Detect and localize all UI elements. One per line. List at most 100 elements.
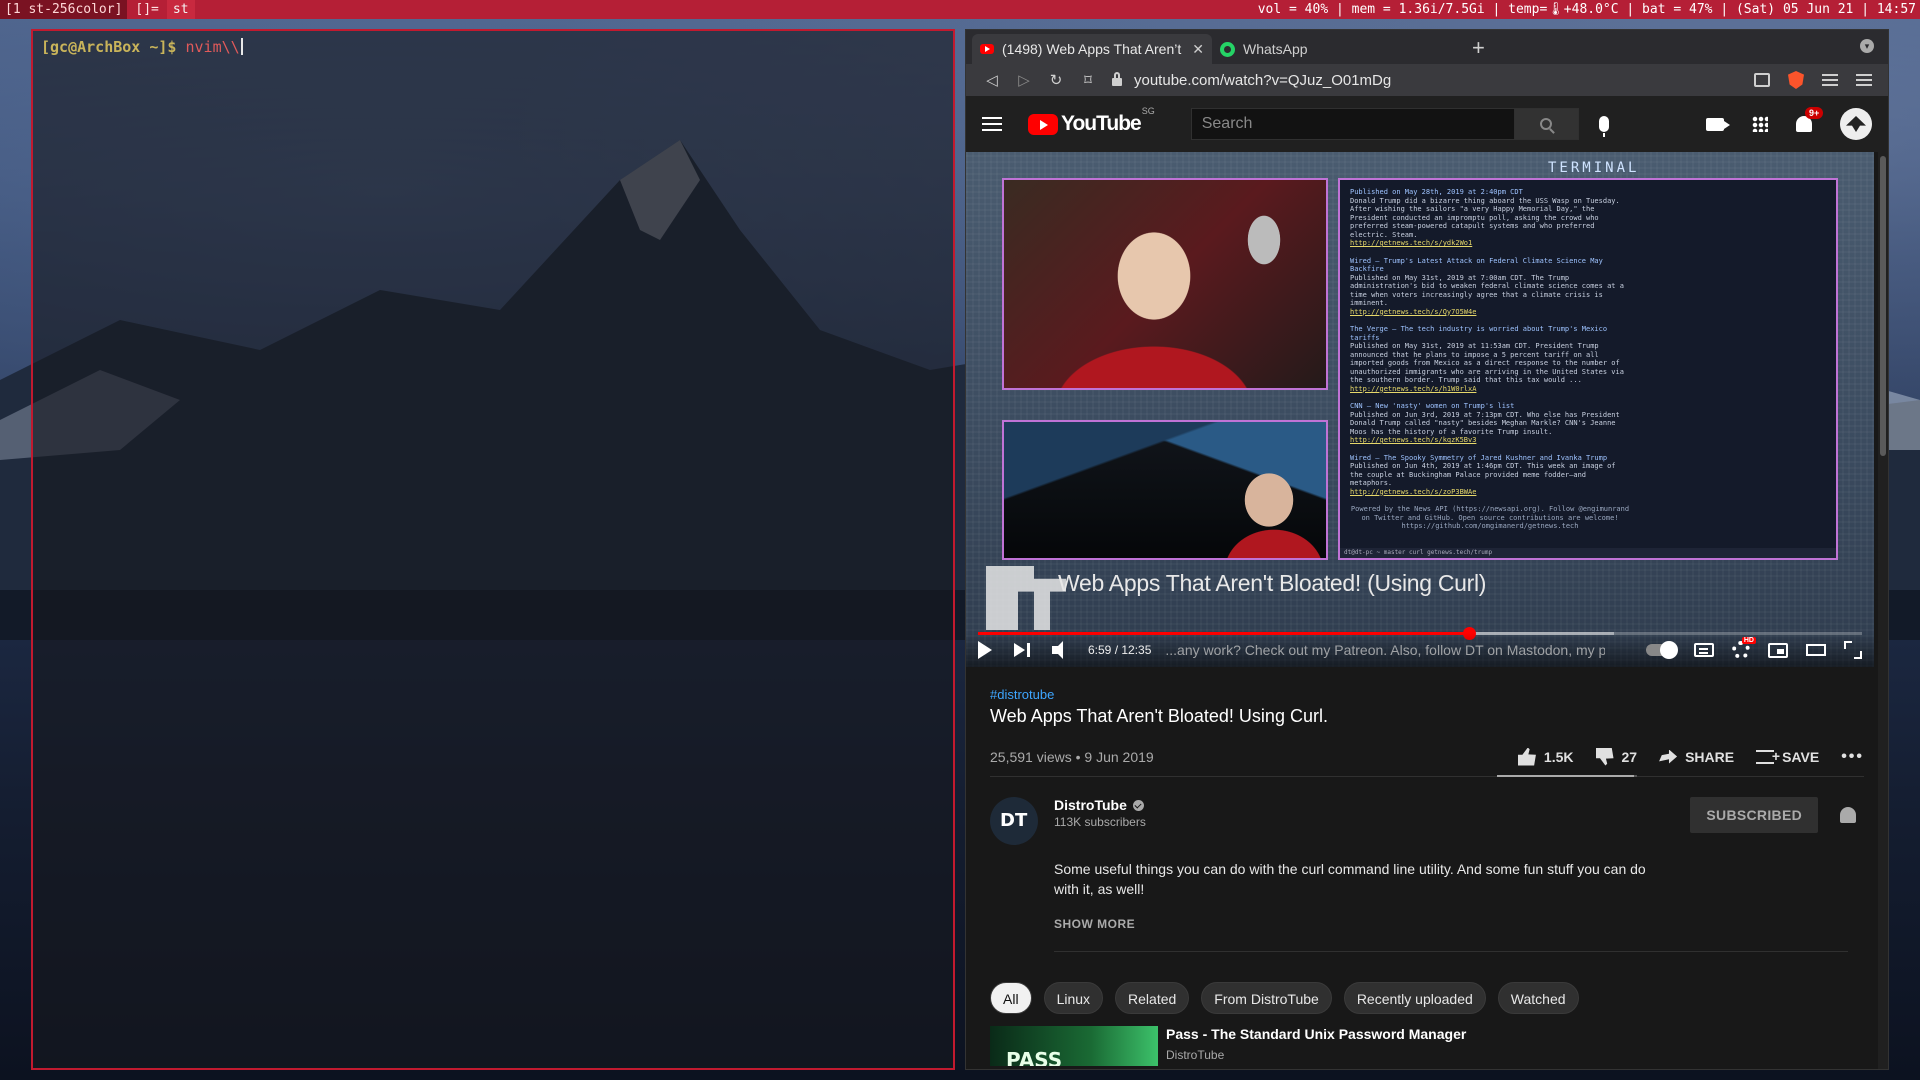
- news-link: http://getnews.tech/s/Qy7O5W4e: [1350, 307, 1477, 316]
- filter-chip[interactable]: From DistroTube: [1201, 982, 1332, 1014]
- subscribed-button[interactable]: SUBSCRIBED: [1690, 797, 1818, 833]
- recommended-title[interactable]: Pass - The Standard Unix Password Manage…: [1166, 1026, 1466, 1042]
- playlist-add-icon: [1756, 748, 1780, 764]
- workspace-indicator[interactable]: [1 st-256color]: [0, 0, 128, 19]
- news-item: Wired – The Spooky Symmetry of Jared Kus…: [1350, 454, 1630, 497]
- filter-chip[interactable]: Watched: [1497, 982, 1579, 1014]
- youtube-page: YouTube SG Search 9+ TERMINAL Published …: [966, 96, 1888, 1069]
- recommended-video[interactable]: PASS Pass - The Standard Unix Password M…: [990, 1026, 1864, 1066]
- autoplay-toggle[interactable]: [1646, 641, 1678, 659]
- microphone-icon[interactable]: [1598, 116, 1609, 137]
- volume-icon[interactable]: [1052, 641, 1072, 659]
- header-actions: 9+: [1706, 107, 1872, 140]
- miniplayer-icon[interactable]: [1768, 642, 1788, 658]
- show-more-button[interactable]: SHOW MORE: [1054, 917, 1848, 952]
- tab-whatsapp[interactable]: WhatsApp: [1212, 34, 1452, 64]
- desk-image: [1004, 422, 1326, 558]
- scrollbar-thumb[interactable]: [1880, 156, 1886, 456]
- save-button[interactable]: SAVE: [1756, 748, 1819, 765]
- channel-name[interactable]: DistroTube: [1054, 797, 1127, 813]
- subscriber-count: 113K subscribers: [1054, 815, 1146, 829]
- filter-chip[interactable]: All: [990, 982, 1032, 1014]
- youtube-logo[interactable]: YouTube SG: [1028, 106, 1155, 136]
- account-avatar[interactable]: [1840, 108, 1872, 140]
- url-text[interactable]: youtube.com/watch?v=QJuz_O01mDg: [1134, 72, 1391, 89]
- tab-list-dropdown-icon[interactable]: ▾: [1860, 39, 1874, 53]
- recommended-thumbnail[interactable]: PASS: [990, 1026, 1158, 1066]
- share-button[interactable]: SHARE: [1659, 749, 1734, 765]
- hd-badge: HD: [1741, 637, 1756, 644]
- share-label: SHARE: [1685, 748, 1735, 765]
- focused-window-title: st: [166, 0, 195, 19]
- reload-icon[interactable]: ↻: [1040, 71, 1072, 89]
- next-video-icon[interactable]: [1014, 642, 1030, 658]
- news-body: Published on Jun 4th, 2019 at 1:46pm CDT…: [1350, 462, 1616, 487]
- tab-youtube[interactable]: (1498) Web Apps That Aren’t ✕: [972, 34, 1212, 64]
- youtube-logo-text: YouTube: [1061, 112, 1142, 135]
- terminal-window[interactable]: [gc@ArchBox ~]$ nvim\\: [31, 29, 955, 1070]
- time-display: 6:59 / 12:35: [1088, 643, 1152, 657]
- notifications-bell-icon[interactable]: 9+: [1796, 107, 1824, 132]
- like-count: 1.5K: [1543, 748, 1574, 765]
- news-head: Wired – Trump's Latest Attack on Federal…: [1350, 256, 1603, 274]
- news-link: http://getnews.tech/s/kqzK5Bv3: [1350, 436, 1477, 444]
- video-webcam-desk: [1002, 420, 1328, 560]
- filter-chip[interactable]: Linux: [1043, 982, 1104, 1014]
- video-stats-row: 25,591 views • 9 Jun 2019 1.5K 27 SHARE …: [990, 737, 1864, 777]
- thumbnail-text: PASS: [1006, 1048, 1063, 1066]
- subtitles-icon[interactable]: [1694, 643, 1714, 657]
- layout-indicator[interactable]: []=: [127, 0, 166, 19]
- back-icon[interactable]: ◁: [976, 71, 1008, 89]
- browser-window: (1498) Web Apps That Aren’t ✕ WhatsApp +…: [965, 29, 1889, 1070]
- forward-icon[interactable]: ▷: [1008, 71, 1040, 89]
- shell-command: nvim\\: [185, 38, 240, 56]
- media-queue-icon[interactable]: [1822, 74, 1838, 86]
- window-manager-bar: [1 st-256color] []= st vol = 40% | mem =…: [0, 0, 1920, 19]
- lock-icon: [1112, 72, 1122, 86]
- guide-menu-icon[interactable]: [982, 117, 1002, 131]
- webcam-image: [1004, 180, 1326, 388]
- create-video-icon[interactable]: [1706, 117, 1730, 131]
- player-controls: 6:59 / 12:35 ...any work? Check out my P…: [966, 633, 1874, 667]
- filter-chips: All Linux Related From DistroTube Recently u…: [990, 982, 1864, 1014]
- new-tab-button[interactable]: +: [1460, 34, 1497, 64]
- fullscreen-icon[interactable]: [1844, 641, 1862, 659]
- search-input[interactable]: Search: [1190, 108, 1515, 140]
- news-body: Published on May 31st, 2019 at 11:53am C…: [1350, 342, 1624, 384]
- video-overlay-label: TERMINAL: [1548, 160, 1640, 176]
- news-item: Wired – Trump's Latest Attack on Federal…: [1350, 257, 1630, 317]
- search-box: Search: [1190, 108, 1579, 140]
- toolbar-actions: [1754, 71, 1872, 89]
- theater-mode-icon[interactable]: [1806, 644, 1826, 656]
- tab-label: WhatsApp: [1243, 41, 1308, 57]
- filter-chip[interactable]: Related: [1115, 982, 1190, 1014]
- address-bar[interactable]: youtube.com/watch?v=QJuz_O01mDg: [1112, 72, 1754, 89]
- dislike-button[interactable]: 27: [1595, 747, 1637, 766]
- close-tab-icon[interactable]: ✕: [1192, 41, 1204, 58]
- page-scrollbar[interactable]: [1878, 152, 1888, 1069]
- recommended-channel[interactable]: DistroTube: [1166, 1048, 1466, 1062]
- youtube-logo-icon: [1028, 113, 1058, 135]
- hashtag-link[interactable]: #distrotube: [990, 687, 1864, 702]
- play-icon[interactable]: [978, 641, 992, 659]
- video-description: Some useful things you can do with the c…: [1054, 861, 1646, 897]
- more-actions-icon[interactable]: •••: [1841, 748, 1864, 766]
- shell-prompt: [gc@ArchBox ~]$: [41, 38, 186, 56]
- filter-chip[interactable]: Recently uploaded: [1343, 982, 1486, 1014]
- news-body: Donald Trump did a bizarre thing aboard …: [1350, 196, 1620, 239]
- menu-icon[interactable]: [1856, 74, 1872, 86]
- brave-shields-icon[interactable]: [1788, 71, 1804, 89]
- channel-notifications-bell-icon[interactable]: [1840, 807, 1856, 823]
- like-button[interactable]: 1.5K: [1517, 747, 1574, 766]
- youtube-header: YouTube SG Search 9+: [966, 96, 1888, 152]
- apps-grid-icon[interactable]: [1752, 116, 1768, 132]
- bookmark-icon[interactable]: ⌑: [1072, 71, 1104, 89]
- install-app-icon[interactable]: [1754, 73, 1770, 87]
- search-button[interactable]: [1514, 108, 1579, 140]
- terminal-line: [gc@ArchBox ~]$ nvim\\: [41, 37, 243, 57]
- video-player[interactable]: TERMINAL Published on May 28th, 2019 at …: [966, 152, 1874, 667]
- channel-avatar[interactable]: [990, 797, 1038, 845]
- news-link: http://getnews.tech/s/zoP3BWAe: [1350, 487, 1477, 496]
- settings-gear-icon[interactable]: HD: [1732, 637, 1756, 659]
- news-item: The Verge – The tech industry is worried…: [1350, 325, 1630, 393]
